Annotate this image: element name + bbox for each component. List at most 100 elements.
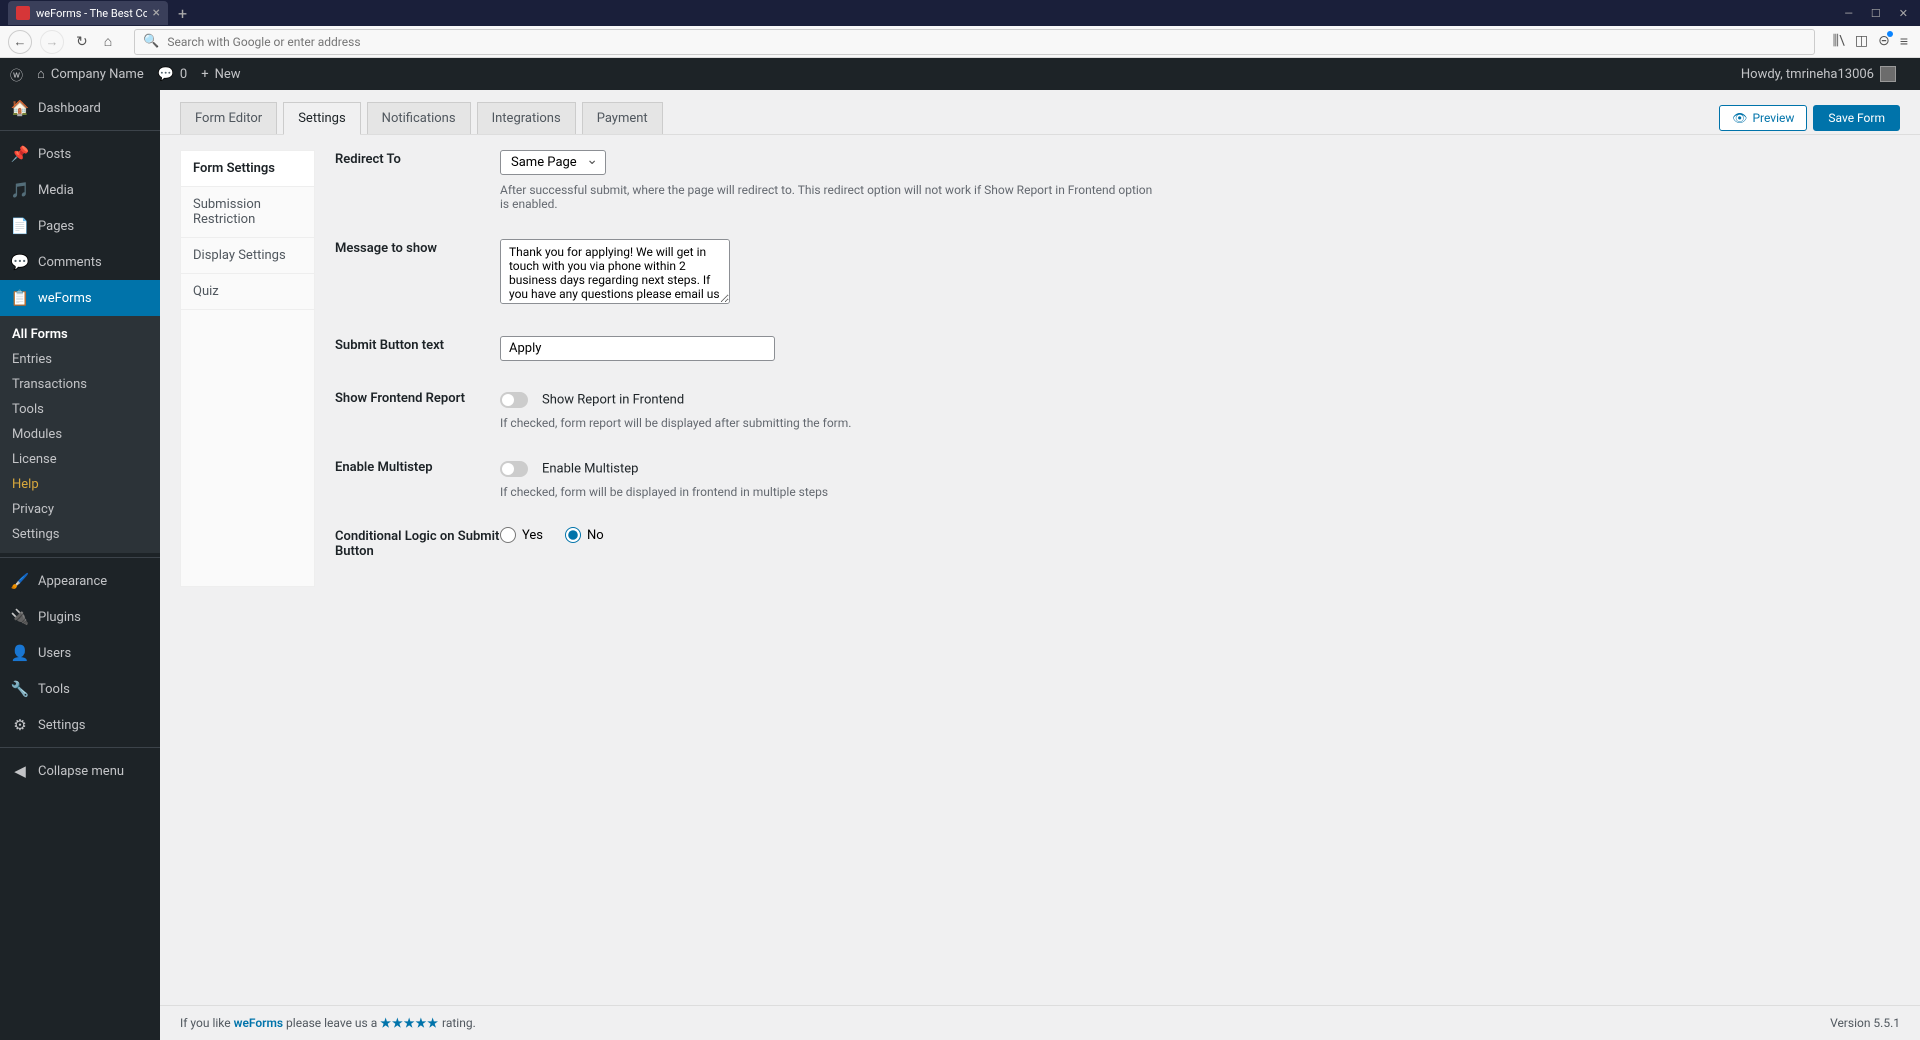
help-multistep: If checked, form will be displayed in fr…: [500, 485, 1160, 499]
browser-tab[interactable]: weForms - The Best Contact Fo ×: [8, 1, 168, 25]
message-textarea[interactable]: Thank you for applying! We will get in t…: [500, 239, 730, 304]
wp-sidebar: 🏠Dashboard 📌Posts 🎵Media 📄Pages 💬Comment…: [0, 90, 160, 1040]
plug-icon: 🔌: [10, 607, 30, 627]
submenu-all-forms[interactable]: All Forms: [0, 322, 160, 347]
submenu-settings[interactable]: Settings: [0, 522, 160, 547]
tab-settings[interactable]: Settings: [283, 102, 360, 135]
collapse-icon: ◀: [10, 761, 30, 781]
site-name[interactable]: ⌂Company Name: [37, 66, 144, 82]
label-message: Message to show: [335, 239, 500, 308]
media-icon: 🎵: [10, 180, 30, 200]
browser-toolbar: ← → ↻ ⌂ 🔍 ⫼\ ◫ ⊝ ≡: [0, 26, 1920, 58]
nav-quiz[interactable]: Quiz: [181, 274, 314, 310]
nav-display-settings[interactable]: Display Settings: [181, 238, 314, 274]
submenu-tools[interactable]: Tools: [0, 397, 160, 422]
submenu-help[interactable]: Help: [0, 472, 160, 497]
submit-button-text-input[interactable]: [500, 336, 775, 361]
frontend-report-toggle[interactable]: [500, 392, 528, 408]
conditional-no[interactable]: No: [565, 527, 604, 543]
minimize-icon[interactable]: —: [1844, 7, 1853, 20]
form-tabs: Form Editor Settings Notifications Integ…: [180, 102, 663, 134]
preview-button[interactable]: 👁Preview: [1719, 105, 1807, 131]
user-icon: 👤: [10, 643, 30, 663]
reload-icon[interactable]: ↻: [72, 34, 92, 50]
user-menu[interactable]: Howdy, tmrineha13006: [1741, 66, 1896, 82]
wrench-icon: 🔧: [10, 679, 30, 699]
menu-appearance[interactable]: 🖌️Appearance: [0, 563, 160, 599]
weforms-icon: 📋: [10, 288, 30, 308]
collapse-menu[interactable]: ◀Collapse menu: [0, 753, 160, 789]
tab-title: weForms - The Best Contact Fo: [36, 7, 147, 20]
menu-posts[interactable]: 📌Posts: [0, 136, 160, 172]
label-redirect-to: Redirect To: [335, 150, 500, 211]
new-content[interactable]: +New: [201, 67, 240, 82]
menu-pages[interactable]: 📄Pages: [0, 208, 160, 244]
new-tab-icon[interactable]: +: [178, 4, 187, 23]
wp-footer: If you like weForms please leave us a ★★…: [160, 1005, 1920, 1040]
menu-comments[interactable]: 💬Comments: [0, 244, 160, 280]
comments-link[interactable]: 💬0: [158, 67, 188, 82]
settings-nav: Form Settings Submission Restriction Dis…: [180, 150, 315, 587]
shield-icon[interactable]: ⊝: [1878, 33, 1890, 50]
avatar-icon: [1880, 66, 1896, 82]
submenu-transactions[interactable]: Transactions: [0, 372, 160, 397]
multistep-toggle[interactable]: [500, 461, 528, 477]
tab-integrations[interactable]: Integrations: [477, 102, 576, 134]
submenu-license[interactable]: License: [0, 447, 160, 472]
nav-form-settings[interactable]: Form Settings: [181, 151, 314, 187]
eye-icon: 👁: [1732, 111, 1747, 125]
submenu-entries[interactable]: Entries: [0, 347, 160, 372]
forward-icon[interactable]: →: [40, 30, 64, 54]
footer-rating-link[interactable]: ★★★★★: [380, 1016, 439, 1030]
submenu-privacy[interactable]: Privacy: [0, 497, 160, 522]
close-window-icon[interactable]: ✕: [1899, 7, 1908, 20]
toggle-label-multistep: Enable Multistep: [542, 461, 638, 476]
comments-icon: 💬: [10, 252, 30, 272]
menu-plugins[interactable]: 🔌Plugins: [0, 599, 160, 635]
help-redirect: After successful submit, where the page …: [500, 183, 1160, 211]
menu-users[interactable]: 👤Users: [0, 635, 160, 671]
pin-icon: 📌: [10, 144, 30, 164]
wp-logo-icon[interactable]: ⓦ: [10, 65, 23, 84]
comment-icon: 💬: [158, 67, 174, 82]
weforms-submenu: All Forms Entries Transactions Tools Mod…: [0, 316, 160, 553]
pages-icon: 📄: [10, 216, 30, 236]
footer-weforms-link[interactable]: weForms: [234, 1016, 284, 1030]
tab-form-editor[interactable]: Form Editor: [180, 102, 277, 134]
tab-payment[interactable]: Payment: [582, 102, 663, 134]
library-icon[interactable]: ⫼\: [1833, 33, 1845, 50]
redirect-to-select[interactable]: Same Page: [500, 150, 606, 175]
browser-tab-bar: weForms - The Best Contact Fo × + — ☐ ✕: [0, 0, 1920, 26]
menu-dashboard[interactable]: 🏠Dashboard: [0, 90, 160, 126]
tab-notifications[interactable]: Notifications: [367, 102, 471, 134]
menu-settings[interactable]: ⚙Settings: [0, 707, 160, 743]
plus-icon: +: [201, 67, 208, 82]
menu-icon[interactable]: ≡: [1900, 33, 1908, 50]
url-bar[interactable]: 🔍: [134, 29, 1814, 55]
tab-favicon-icon: [16, 6, 30, 20]
tab-close-icon[interactable]: ×: [153, 5, 160, 21]
sliders-icon: ⚙: [10, 715, 30, 735]
save-form-button[interactable]: Save Form: [1813, 105, 1900, 131]
conditional-yes[interactable]: Yes: [500, 527, 543, 543]
back-icon[interactable]: ←: [8, 30, 32, 54]
menu-weforms[interactable]: 📋weForms: [0, 280, 160, 316]
settings-form: Redirect To Same Page After successful s…: [335, 150, 1900, 587]
window-controls: — ☐ ✕: [1844, 7, 1920, 20]
menu-tools[interactable]: 🔧Tools: [0, 671, 160, 707]
submenu-modules[interactable]: Modules: [0, 422, 160, 447]
home-icon[interactable]: ⌂: [100, 33, 116, 50]
address-input[interactable]: [167, 35, 1805, 49]
nav-submission-restriction[interactable]: Submission Restriction: [181, 187, 314, 238]
home-icon: ⌂: [37, 66, 45, 82]
menu-media[interactable]: 🎵Media: [0, 172, 160, 208]
maximize-icon[interactable]: ☐: [1871, 7, 1881, 20]
sidebar-toggle-icon[interactable]: ◫: [1855, 33, 1868, 50]
help-frontend: If checked, form report will be displaye…: [500, 416, 1160, 430]
main-content: Form Editor Settings Notifications Integ…: [160, 90, 1920, 1040]
toggle-label-frontend: Show Report in Frontend: [542, 392, 684, 407]
label-frontend-report: Show Frontend Report: [335, 389, 500, 430]
wp-admin-bar: ⓦ ⌂Company Name 💬0 +New Howdy, tmrineha1…: [0, 58, 1920, 90]
label-conditional: Conditional Logic on Submit Button: [335, 527, 500, 559]
dashboard-icon: 🏠: [10, 98, 30, 118]
